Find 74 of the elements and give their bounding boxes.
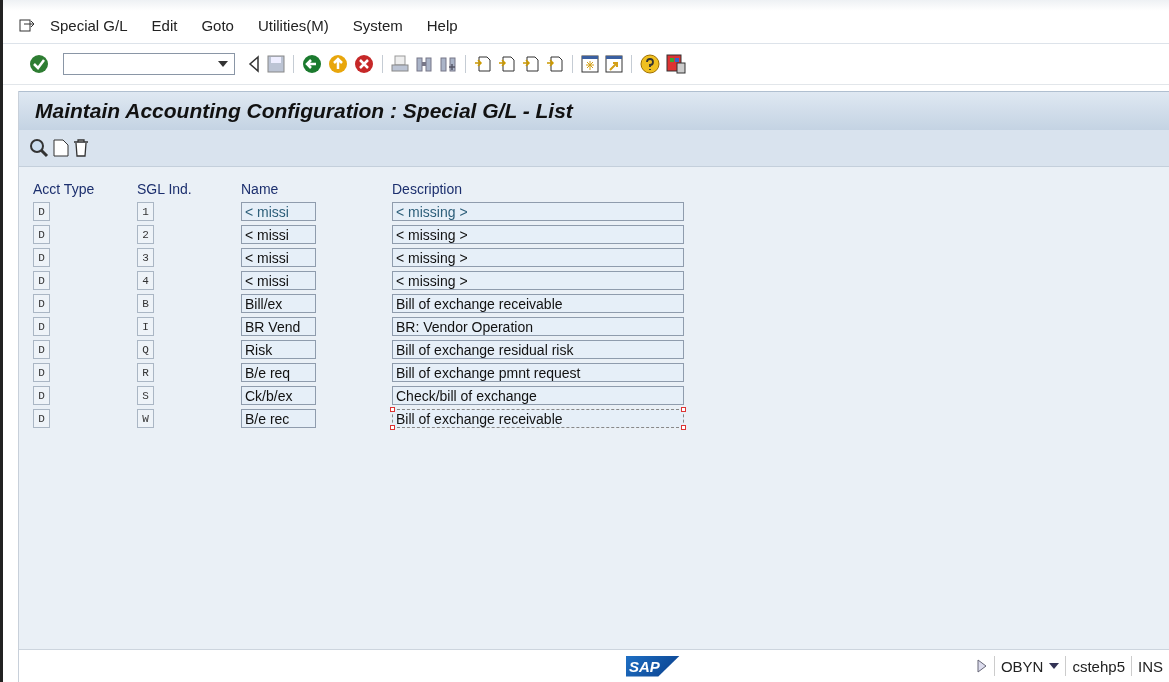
name-field[interactable]: < missi <box>241 202 316 221</box>
acct-type-field: D <box>33 409 50 428</box>
layout-settings-icon[interactable] <box>666 54 686 74</box>
name-field[interactable]: B/e req <box>241 363 316 382</box>
acct-type-field: D <box>33 202 50 221</box>
sgl-indicator-field: S <box>137 386 154 405</box>
menu-item[interactable]: Goto <box>201 17 234 34</box>
acct-type-field: D <box>33 248 50 267</box>
name-field[interactable]: BR Vend <box>241 317 316 336</box>
sgl-indicator-field: I <box>137 317 154 336</box>
name-field[interactable]: < missi <box>241 248 316 267</box>
acct-type-field: D <box>33 386 50 405</box>
name-field[interactable]: < missi <box>241 271 316 290</box>
acct-type-field: D <box>33 340 50 359</box>
page-arrow-icon[interactable] <box>498 55 516 73</box>
screen-title: Maintain Accounting Configuration : Special G/L - List <box>35 99 573 123</box>
acct-type-field: D <box>33 225 50 244</box>
name-field[interactable]: Ck/b/ex <box>241 386 316 405</box>
description-field[interactable]: < missing > <box>392 225 684 244</box>
binoculars-icon[interactable] <box>415 55 433 73</box>
name-field[interactable]: < missi <box>241 225 316 244</box>
sgl-indicator-field: R <box>137 363 154 382</box>
acct-type-field: D <box>33 317 50 336</box>
description-field[interactable]: < missing > <box>392 202 684 221</box>
trash-icon[interactable] <box>73 139 89 157</box>
acct-type-field: D <box>33 271 50 290</box>
description-field[interactable]: Bill of exchange receivable <box>392 409 684 428</box>
transaction-code[interactable]: OBYN <box>1000 657 1044 675</box>
dropdown-icon[interactable] <box>218 61 228 67</box>
dropdown-icon[interactable] <box>1049 663 1060 669</box>
acct-type-field: D <box>33 363 50 382</box>
column-header: SGL Ind. <box>137 181 193 197</box>
new-document-icon[interactable] <box>53 139 69 157</box>
description-field[interactable]: Check/bill of exchange <box>392 386 684 405</box>
triangle-left-icon[interactable] <box>247 55 261 73</box>
checkmark-icon[interactable] <box>29 54 49 74</box>
name-field[interactable]: B/e rec <box>241 409 316 428</box>
menu-item[interactable]: Special G/L <box>50 17 128 34</box>
description-field[interactable]: Bill of exchange residual risk <box>392 340 684 359</box>
magnifier-icon[interactable] <box>29 138 49 158</box>
cancel-icon[interactable] <box>354 54 374 74</box>
binoculars-plus-icon[interactable] <box>439 55 457 73</box>
description-field[interactable]: < missing > <box>392 248 684 267</box>
sgl-indicator-field: B <box>137 294 154 313</box>
sgl-indicator-field: 4 <box>137 271 154 290</box>
page-arrow-icon[interactable] <box>546 55 564 73</box>
menu-item[interactable]: Help <box>426 17 458 34</box>
name-field[interactable]: Risk <box>241 340 316 359</box>
description-field[interactable]: Bill of exchange receivable <box>392 294 684 313</box>
menu-item[interactable]: Utilities(M) <box>257 17 329 34</box>
sgl-indicator-field: Q <box>137 340 154 359</box>
column-header: Description <box>392 181 464 197</box>
menu-item[interactable]: System <box>352 17 403 34</box>
description-field[interactable]: Bill of exchange pmnt request <box>392 363 684 382</box>
command-field[interactable] <box>63 53 235 75</box>
sgl-indicator-field: 2 <box>137 225 154 244</box>
sap-logo: SAP <box>626 655 680 677</box>
insert-mode: INS <box>1138 657 1163 675</box>
sgl-indicator-field: 3 <box>137 248 154 267</box>
description-field[interactable]: BR: Vendor Operation <box>392 317 684 336</box>
server-name: cstehp5 <box>1072 657 1125 675</box>
page-arrow-icon[interactable] <box>474 55 492 73</box>
sgl-indicator-field: W <box>137 409 154 428</box>
triangle-right-icon[interactable] <box>975 658 988 674</box>
acct-type-field: D <box>33 294 50 313</box>
column-header: Acct Type <box>33 181 96 197</box>
column-header: Name <box>241 181 280 197</box>
description-field[interactable]: < missing > <box>392 271 684 290</box>
page-arrow-icon[interactable] <box>522 55 540 73</box>
menu-item[interactable]: Edit <box>151 17 178 34</box>
window-menu-icon[interactable] <box>19 18 36 33</box>
help-icon[interactable] <box>640 54 660 74</box>
sgl-indicator-field: 1 <box>137 202 154 221</box>
name-field[interactable]: Bill/ex <box>241 294 316 313</box>
